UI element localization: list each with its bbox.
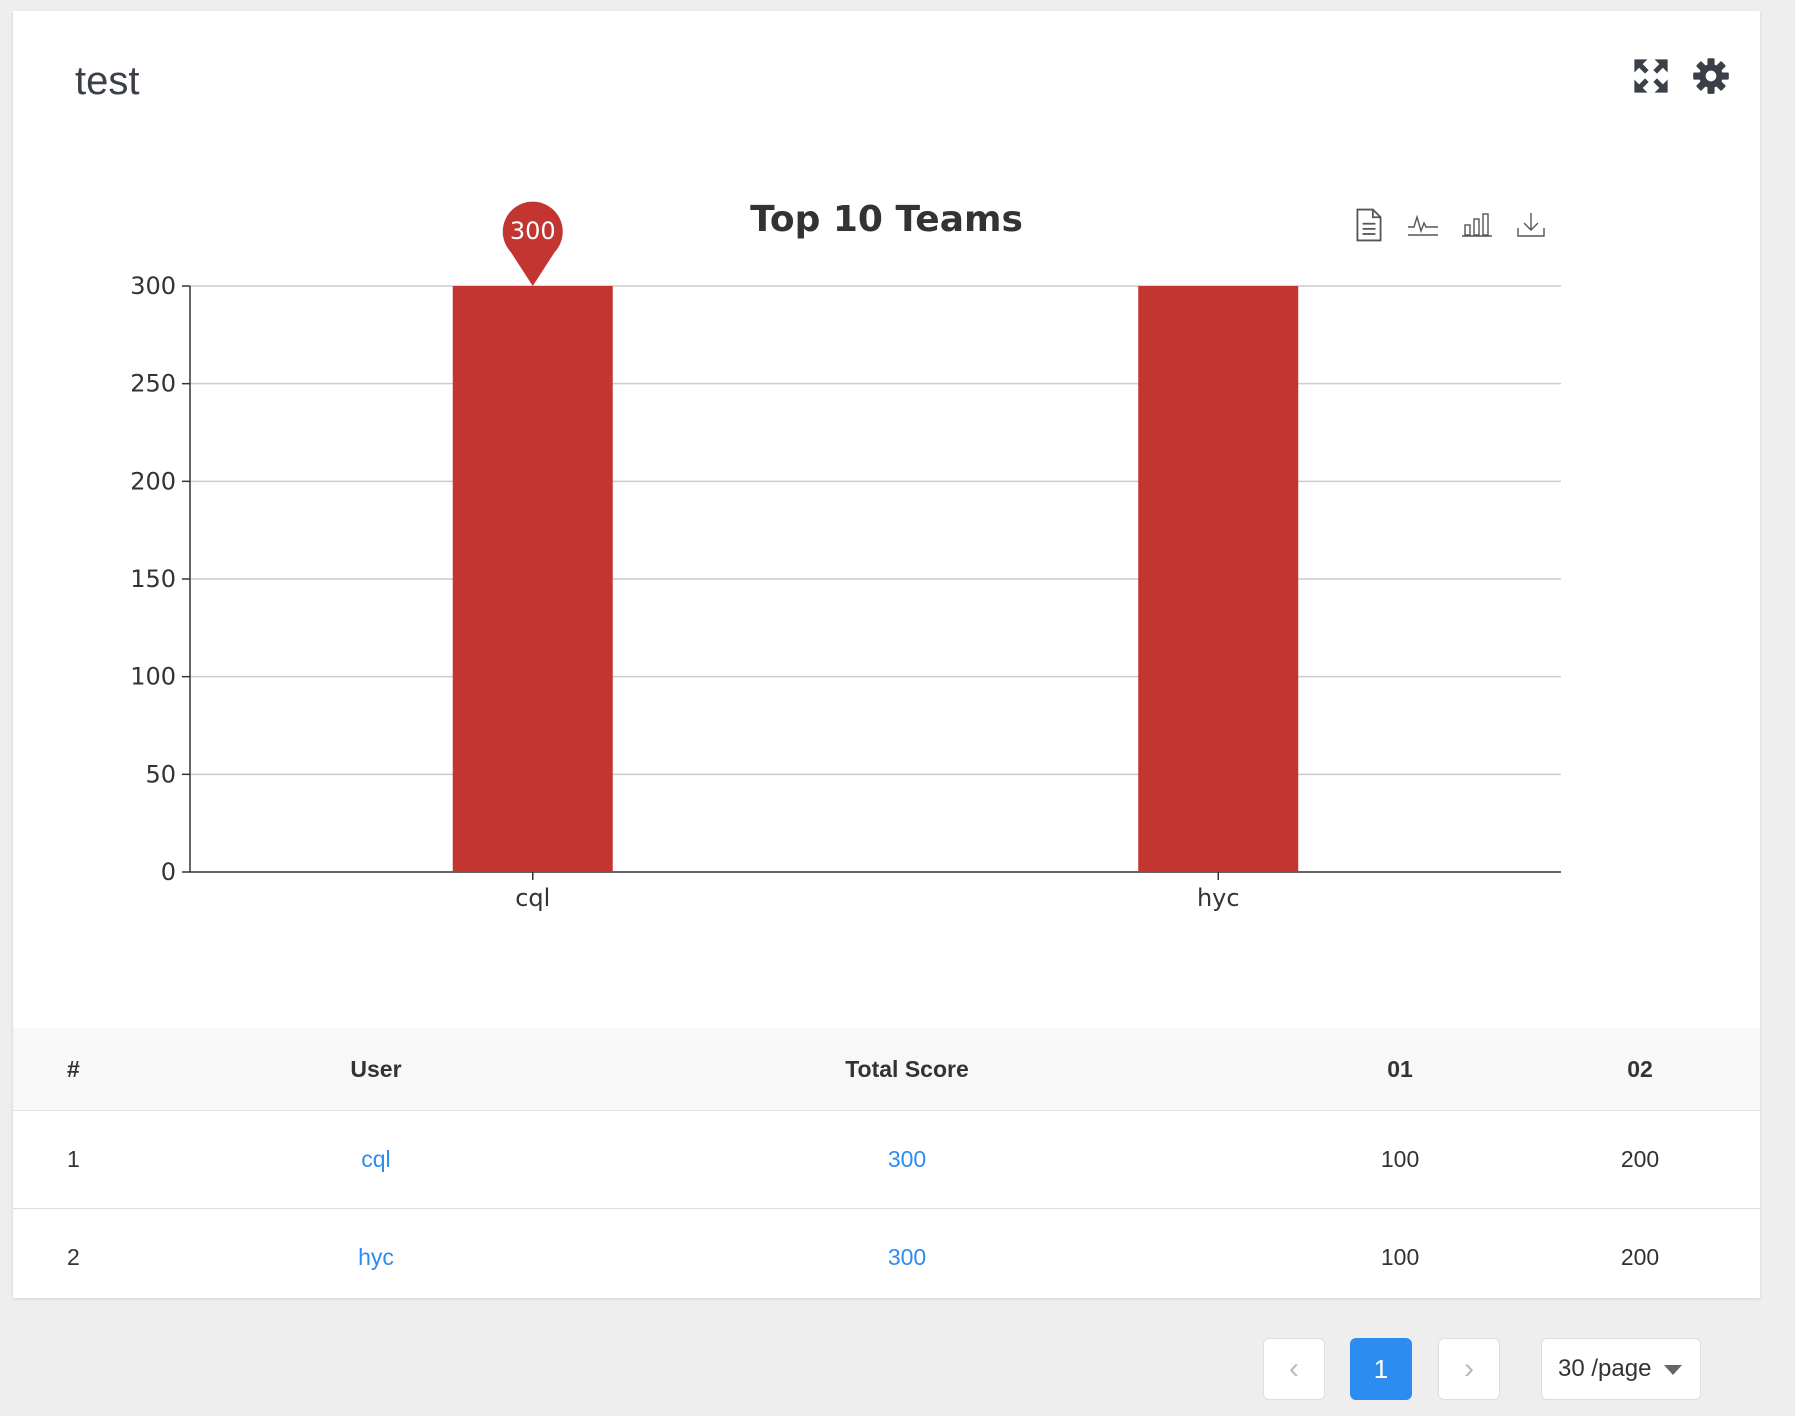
header-challenge-01[interactable]: 01 <box>1280 1028 1521 1111</box>
page-size-value: 30 /page <box>1558 1355 1652 1382</box>
y-tick-label: 150 <box>130 565 176 593</box>
x-tick-label: cql <box>515 884 550 912</box>
chevron-right-icon: › <box>1464 1352 1474 1385</box>
y-tick-label: 50 <box>145 760 176 788</box>
y-tick-label: 100 <box>130 663 176 691</box>
score-cell-01: 100 <box>1280 1110 1521 1209</box>
header-total-score[interactable]: Total Score <box>533 1028 1281 1111</box>
card-title: test <box>75 59 140 103</box>
markpoint-label: 300 <box>510 217 556 245</box>
total-score-link[interactable]: 300 <box>888 1244 926 1270</box>
table-row: 2 hyc 300 100 200 <box>13 1209 1760 1307</box>
bar-cql <box>452 286 613 872</box>
page-size-select[interactable]: 30 /page <box>1541 1338 1701 1400</box>
user-link[interactable]: cql <box>361 1146 390 1172</box>
scoreboard-table: # User Total Score 01 02 1 cql 300 100 2… <box>13 1028 1760 1306</box>
table-header-row: # User Total Score 01 02 <box>13 1028 1760 1111</box>
score-cell-02: 200 <box>1620 1244 1660 1270</box>
gear-icon[interactable] <box>1692 57 1730 95</box>
header-rank[interactable]: # <box>13 1028 218 1111</box>
bar-chart: Top 10 Teams 0 50 100 150 200 250 300 cq… <box>13 161 1760 1031</box>
bar-hyc <box>1138 286 1299 872</box>
header-user[interactable]: User <box>218 1028 534 1111</box>
score-cell-02: 200 <box>1520 1110 1760 1209</box>
rank-cell: 2 <box>67 1244 80 1270</box>
user-link[interactable]: hyc <box>358 1244 394 1270</box>
total-score-link[interactable]: 300 <box>888 1146 926 1172</box>
header-challenge-02[interactable]: 02 <box>1520 1028 1760 1111</box>
y-tick-label: 300 <box>130 272 176 300</box>
y-tick-label: 250 <box>130 370 176 398</box>
scoreboard-card: test Top 10 Teams 0 50 100 150 200 250 3… <box>13 11 1760 1298</box>
prev-page-button[interactable]: ‹ <box>1263 1338 1325 1400</box>
next-page-button[interactable]: › <box>1438 1338 1500 1400</box>
score-cell-01: 100 <box>1380 1244 1420 1270</box>
y-tick-label: 0 <box>161 858 176 886</box>
expand-arrows-icon[interactable] <box>1632 57 1670 95</box>
table-row: 1 cql 300 100 200 <box>13 1110 1760 1209</box>
page-1-button[interactable]: 1 <box>1350 1338 1412 1400</box>
card-actions <box>1632 57 1730 95</box>
chevron-down-icon <box>1664 1365 1682 1375</box>
chart-plot-area: 0 50 100 150 200 250 300 cql 300 hyc <box>130 201 1561 912</box>
rank-cell: 1 <box>13 1110 218 1209</box>
y-tick-label: 200 <box>130 467 176 495</box>
page-number: 1 <box>1373 1353 1389 1384</box>
chevron-left-icon: ‹ <box>1289 1352 1299 1385</box>
x-tick-label: hyc <box>1197 884 1240 912</box>
